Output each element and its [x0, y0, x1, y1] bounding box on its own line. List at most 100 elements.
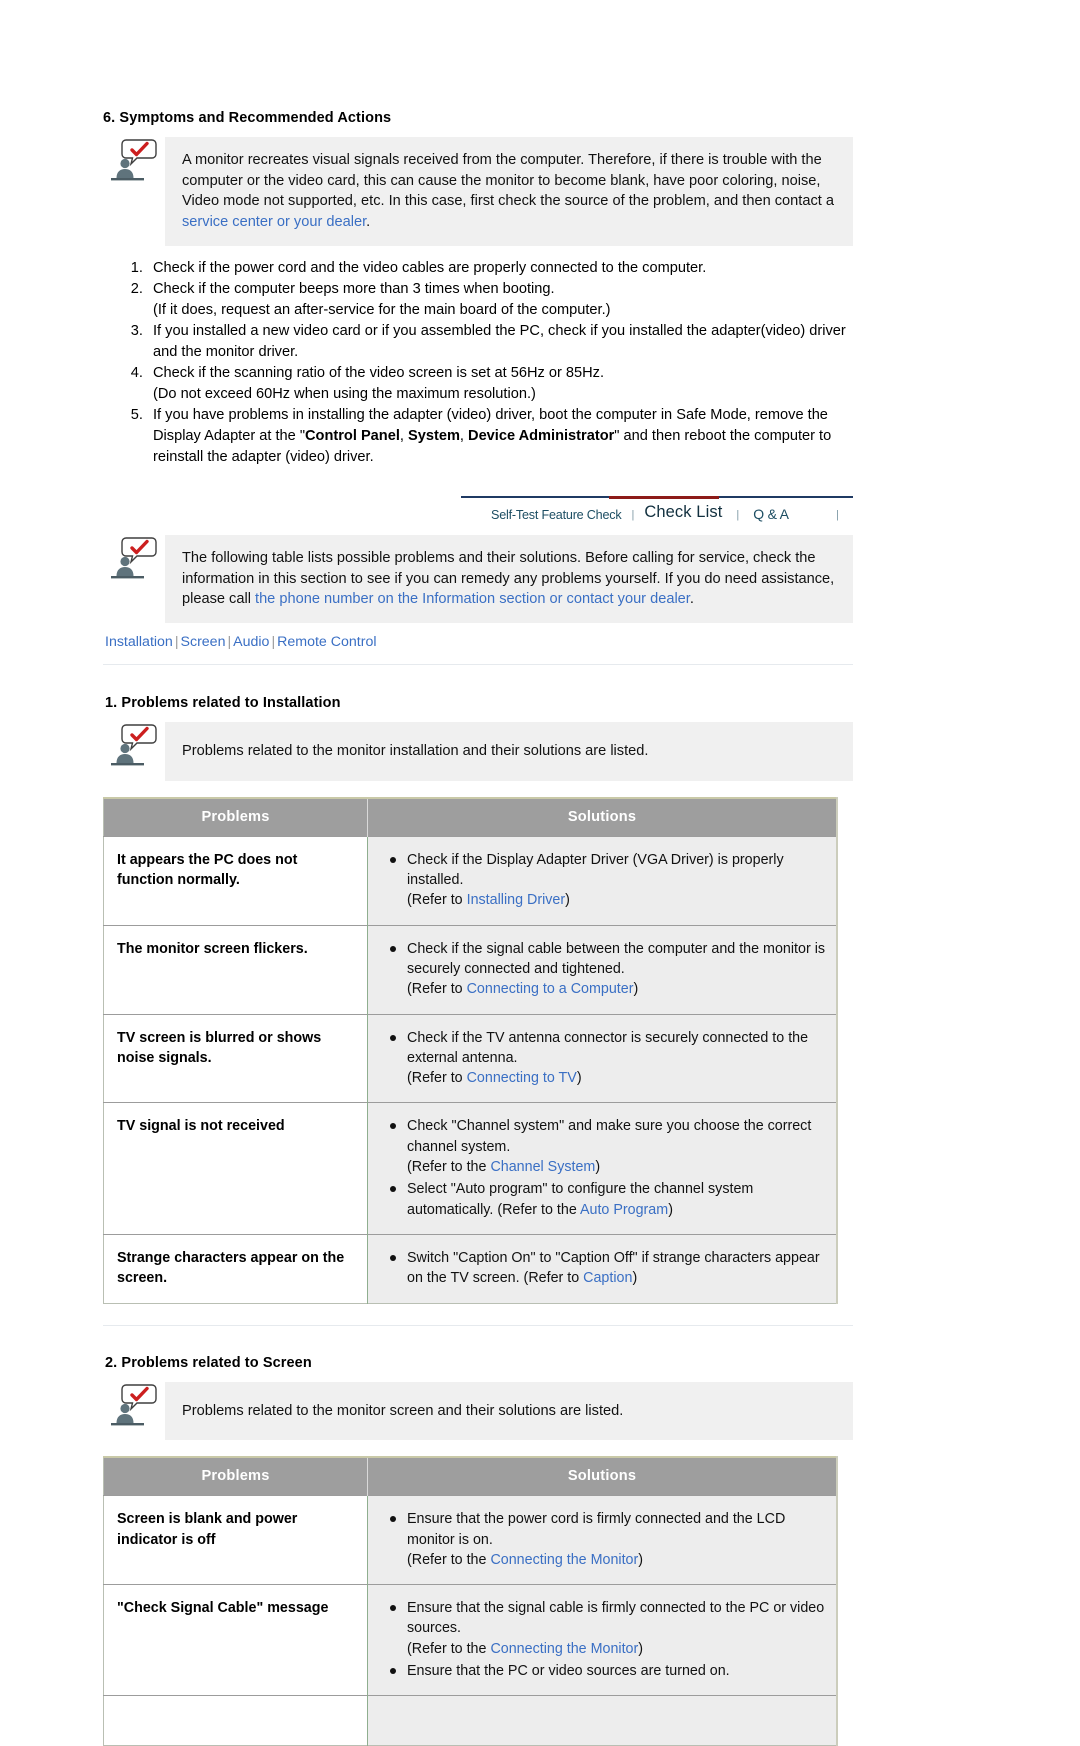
problem-cell: TV screen is blurred or shows noise sign… [103, 1013, 368, 1103]
table-row: TV signal is not received Check "Channel… [103, 1102, 837, 1235]
tab-self-test-feature-check[interactable]: Self-Test Feature Check [491, 506, 622, 525]
note-box-intro: The following table lists possible probl… [103, 534, 853, 624]
solution-cell: Check if the TV antenna connector is sec… [367, 1013, 837, 1103]
list-item: Check if the signal cable between the co… [388, 939, 826, 1000]
intro-text-part2: . [689, 591, 694, 608]
service-center-link[interactable]: service center or your dealer [182, 214, 366, 230]
connecting-the-monitor-link[interactable]: Connecting the Monitor [490, 1641, 638, 1657]
nav-separator: | [174, 634, 179, 651]
column-header-problems: Problems [103, 797, 368, 837]
step-item-5: If you have problems in installing the a… [147, 405, 853, 468]
nav-link-installation[interactable]: Installation [105, 634, 173, 650]
caption-link[interactable]: Caption [583, 1270, 632, 1286]
problem-cell: TV signal is not received [103, 1102, 368, 1235]
table-row: TV screen is blurred or shows noise sign… [103, 1013, 837, 1103]
table-row-partial [103, 1695, 837, 1746]
solution-text: Ensure that the signal cable is firmly c… [407, 1600, 825, 1637]
tab-separator-trailing: | [836, 508, 839, 521]
phone-number-info-link[interactable]: the phone number on the Information sect… [255, 591, 690, 607]
connecting-to-tv-link[interactable]: Connecting to TV [467, 1070, 577, 1086]
refer-prefix: (Refer to the [407, 1640, 491, 1657]
solution-bullet-list: Check if the TV antenna connector is sec… [388, 1028, 826, 1089]
tab-check-list[interactable]: Check List [644, 501, 722, 525]
screen-problems-table: Problems Solutions Screen is blank and p… [103, 1456, 838, 1746]
list-item: Select "Auto program" to configure the c… [388, 1179, 826, 1220]
refer-suffix: ) [595, 1159, 601, 1176]
table-row: Strange characters appear on the screen.… [103, 1233, 837, 1303]
refer-suffix: ) [632, 1270, 638, 1287]
refer-suffix: ) [576, 1070, 582, 1087]
solution-text: Check if the TV antenna connector is sec… [407, 1029, 809, 1066]
system-label: System [408, 427, 460, 444]
problem-cell [103, 1695, 368, 1746]
channel-system-link[interactable]: Channel System [490, 1159, 595, 1175]
connecting-the-monitor-link[interactable]: Connecting the Monitor [490, 1552, 638, 1568]
divider-after-installation-table [103, 1324, 853, 1326]
table-row: "Check Signal Cable" message Ensure that… [103, 1584, 837, 1696]
problem-cell: It appears the PC does not function norm… [103, 835, 368, 926]
refer-suffix: ) [638, 1551, 644, 1568]
note-box-symptoms: A monitor recreates visual signals recei… [103, 137, 853, 246]
page-title: 6. Symptoms and Recommended Actions [103, 110, 392, 126]
nav-link-screen[interactable]: Screen [181, 634, 226, 650]
refer-prefix: (Refer to the [407, 1159, 491, 1176]
solution-bullet-list: Ensure that the power cord is firmly con… [388, 1509, 826, 1570]
step-item-4: Check if the scanning ratio of the video… [147, 363, 853, 405]
installing-driver-link[interactable]: Installing Driver [467, 892, 566, 908]
solution-bullet-list: Check if the signal cable between the co… [388, 939, 826, 1000]
auto-program-link[interactable]: Auto Program [580, 1202, 668, 1218]
nav-separator: | [227, 634, 232, 651]
step-text: Check if the scanning ratio of the video… [153, 364, 605, 381]
column-header-solutions: Solutions [367, 797, 837, 837]
solution-cell: Check if the Display Adapter Driver (VGA… [367, 835, 837, 926]
device-administrator-label: Device Administrator [468, 427, 615, 444]
heading-problems-screen: 2. Problems related to Screen [105, 1354, 312, 1371]
solution-cell: Check "Channel system" and make sure you… [367, 1102, 837, 1235]
problem-cell: The monitor screen flickers. [103, 924, 368, 1015]
list-item: Check "Channel system" and make sure you… [388, 1116, 826, 1177]
document-page: 6. Symptoms and Recommended Actions A mo… [0, 0, 1080, 1746]
tab-separator: | [631, 508, 635, 521]
symptoms-step-list: Check if the power cord and the video ca… [103, 258, 853, 468]
nav-link-audio[interactable]: Audio [233, 634, 269, 650]
refer-prefix: (Refer to [407, 1070, 467, 1087]
solution-bullet-list: Ensure that the signal cable is firmly c… [388, 1598, 826, 1681]
solution-cell [367, 1695, 837, 1746]
problem-cell: Strange characters appear on the screen. [103, 1233, 368, 1303]
step-sep-2: , [459, 427, 469, 444]
tab-q-and-a[interactable]: Q & A [753, 504, 789, 525]
active-tab-accent-bar [609, 495, 719, 499]
solution-cell: Ensure that the signal cable is firmly c… [367, 1584, 837, 1696]
solution-text: Ensure that the PC or video sources are … [407, 1663, 730, 1679]
nav-separator: | [271, 634, 276, 651]
solution-cell: Check if the signal cable between the co… [367, 924, 837, 1015]
connecting-to-a-computer-link[interactable]: Connecting to a Computer [467, 981, 634, 997]
table-header-row: Problems Solutions [103, 797, 837, 837]
step-item-3: If you installed a new video card or if … [147, 321, 853, 363]
step-text: If you installed a new video card or if … [153, 322, 846, 360]
refer-suffix: ) [638, 1640, 644, 1657]
person-check-bubble-icon [103, 137, 165, 183]
list-item: Ensure that the power cord is firmly con… [388, 1509, 826, 1570]
document-content: 6. Symptoms and Recommended Actions A mo… [103, 110, 853, 1746]
solution-text: Check "Channel system" and make sure you… [407, 1118, 812, 1155]
step-text: Check if the power cord and the video ca… [153, 259, 707, 276]
note-text-part2: . [366, 214, 371, 231]
refer-suffix: ) [633, 981, 639, 998]
solution-bullet-list: Switch "Caption On" to "Caption Off" if … [388, 1248, 826, 1289]
table-header-row: Problems Solutions [103, 1457, 837, 1496]
refer-suffix: ) [668, 1201, 673, 1218]
table-row: It appears the PC does not function norm… [103, 835, 837, 926]
installation-problems-table: Problems Solutions It appears the PC doe… [103, 796, 838, 1304]
note-box-screen: Problems related to the monitor screen a… [103, 1381, 853, 1441]
column-header-solutions: Solutions [367, 1457, 837, 1496]
step-subtext: (Do not exceed 60Hz when using the maxim… [153, 385, 536, 402]
problem-cell: Screen is blank and power indicator is o… [103, 1495, 368, 1585]
nav-link-remote-control[interactable]: Remote Control [277, 634, 376, 650]
note-text-part1: A monitor recreates visual signals recei… [182, 152, 834, 210]
category-nav-links: Installation | Screen | Audio | Remote Control [103, 634, 853, 650]
solution-text: Check if the signal cable between the co… [407, 940, 826, 977]
tabbar-container: Self-Test Feature Check | Check List | Q… [103, 495, 853, 525]
solution-text: Ensure that the power cord is firmly con… [407, 1511, 786, 1548]
list-item: Check if the Display Adapter Driver (VGA… [388, 850, 826, 911]
